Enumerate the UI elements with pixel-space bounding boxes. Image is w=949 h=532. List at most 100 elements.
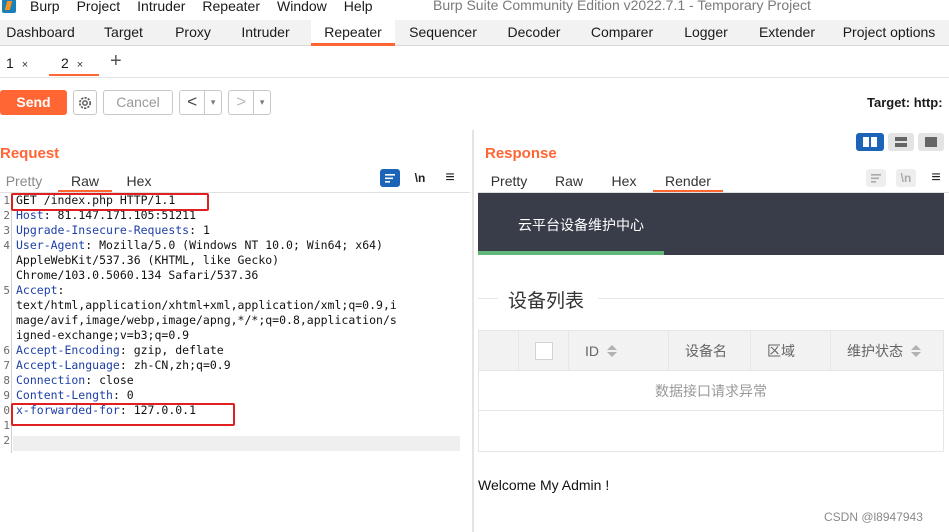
- rendered-header-title: 云平台设备维护中心: [518, 217, 644, 233]
- header-name: Connection: [16, 373, 86, 387]
- pretty-print-button[interactable]: [380, 169, 400, 187]
- menu-project[interactable]: Project: [77, 0, 121, 14]
- response-tab-pretty[interactable]: Pretty: [484, 170, 534, 192]
- tab-intruder[interactable]: Intruder: [220, 20, 311, 46]
- menu-intruder[interactable]: Intruder: [137, 0, 185, 14]
- header-value: : zh-CN,zh;q=0.9: [119, 358, 231, 372]
- request-menu-icon[interactable]: ≡: [440, 169, 460, 187]
- header-value: : gzip, deflate: [119, 343, 224, 357]
- close-icon[interactable]: ×: [22, 59, 28, 71]
- table-header: ID 设备名 区域 维护状态: [479, 331, 943, 371]
- tab-decoder[interactable]: Decoder: [491, 20, 577, 46]
- tab-target[interactable]: Target: [81, 20, 166, 46]
- header-line: 3 Upgrade-Insecure-Requests: 1: [0, 223, 471, 238]
- header-continuation: mage/avif,image/webp,image/apng,*/*;q=0.…: [0, 313, 471, 328]
- header-value: Chrome/103.0.5060.134 Safari/537.36: [16, 268, 259, 282]
- sort-icon[interactable]: [607, 345, 617, 358]
- header-active-underline: [478, 251, 664, 255]
- request-editor[interactable]: 1 GET /index.php HTTP/1.1 2 Host: 81.147.1…: [0, 193, 471, 532]
- line-number: 1: [3, 419, 10, 432]
- single-pane-icon: [925, 137, 937, 147]
- repeater-tab-label: 1: [6, 55, 14, 71]
- column-header-region: 区域: [751, 331, 831, 371]
- header-value: igned-exchange;v=b3;q=0.9: [16, 328, 190, 342]
- header-text: Accept:: [16, 283, 64, 298]
- tab-repeater[interactable]: Repeater: [311, 20, 395, 46]
- line-number: 3: [3, 224, 10, 237]
- newline-toggle-button[interactable]: \n: [410, 169, 430, 187]
- response-title: Response: [485, 145, 557, 162]
- response-tab-render[interactable]: Render: [653, 170, 723, 192]
- header-line: 5 Accept:: [0, 283, 471, 298]
- request-tab-raw[interactable]: Raw: [58, 170, 112, 192]
- send-button[interactable]: Send: [0, 90, 67, 115]
- fieldset-line: [478, 298, 498, 299]
- repeater-tab-2[interactable]: 2 ×: [49, 50, 99, 76]
- wrap-text-icon: [385, 174, 395, 183]
- layout-stacked-button[interactable]: [888, 133, 914, 151]
- tab-project-options[interactable]: Project options: [829, 20, 949, 46]
- chevron-right-icon: >: [229, 91, 255, 114]
- chevron-down-icon[interactable]: ▾: [254, 97, 270, 108]
- gear-icon: [79, 96, 91, 109]
- header-continuation: AppleWebKit/537.36 (KHTML, like Gecko): [0, 253, 471, 268]
- panel-divider[interactable]: [472, 130, 474, 532]
- header-name: User-Agent: [16, 238, 86, 252]
- add-tab-icon[interactable]: +: [110, 50, 122, 73]
- layout-tabs-button[interactable]: [918, 133, 944, 151]
- header-name: Accept-Encoding: [16, 343, 120, 357]
- header-value: text/html,application/xhtml+xml,applicat…: [16, 298, 397, 312]
- column-header-status[interactable]: 维护状态: [831, 331, 943, 371]
- settings-button[interactable]: [73, 90, 97, 115]
- pretty-print-button-disabled[interactable]: [866, 169, 886, 187]
- table-footer: [479, 411, 943, 451]
- tab-proxy[interactable]: Proxy: [166, 20, 220, 46]
- column-header-device-name: 设备名: [669, 331, 751, 371]
- menu-help[interactable]: Help: [344, 0, 373, 14]
- repeater-tab-1[interactable]: 1 ×: [6, 50, 46, 76]
- header-text: Connection: close: [16, 373, 134, 388]
- select-all-checkbox[interactable]: [535, 342, 553, 360]
- fieldset-line: [598, 298, 944, 299]
- header-name: Accept-Language: [16, 358, 120, 372]
- chevron-down-icon[interactable]: ▾: [205, 97, 221, 108]
- header-value: : close: [85, 373, 134, 387]
- section-title: 设备列表: [508, 291, 585, 312]
- rendered-header: 云平台设备维护中心: [478, 193, 944, 255]
- window-title: Burp Suite Community Edition v2022.7.1 -…: [433, 0, 811, 13]
- header-value: : Mozilla/5.0 (Windows NT 10.0; Win64; x…: [85, 238, 383, 252]
- menu-repeater[interactable]: Repeater: [202, 0, 260, 14]
- header-value: mage/avif,image/webp,image/apng,*/*;q=0.…: [16, 313, 397, 327]
- repeater-tab-bar: 1 × 2 ×: [0, 48, 949, 78]
- cancel-button[interactable]: Cancel: [103, 90, 173, 115]
- header-line: 9 Content-Length: 0: [0, 388, 471, 403]
- header-line: 8 Connection: close: [0, 373, 471, 388]
- newline-toggle-button-disabled[interactable]: \n: [896, 169, 916, 187]
- target-label[interactable]: Target: http:: [867, 95, 943, 110]
- tab-logger[interactable]: Logger: [667, 20, 745, 46]
- tab-sequencer[interactable]: Sequencer: [395, 20, 491, 46]
- burp-logo-icon: [2, 0, 16, 13]
- header-value: :: [57, 283, 65, 297]
- header-line: 6 Accept-Encoding: gzip, deflate: [0, 343, 471, 358]
- request-tab-hex[interactable]: Hex: [118, 170, 160, 192]
- request-tab-pretty[interactable]: Pretty: [0, 170, 48, 192]
- column-label: 维护状态: [847, 343, 903, 359]
- tab-comparer[interactable]: Comparer: [577, 20, 667, 46]
- tab-dashboard[interactable]: Dashboard: [0, 20, 81, 46]
- column-header-id[interactable]: ID: [569, 331, 669, 371]
- header-name: Upgrade-Insecure-Requests: [16, 223, 190, 237]
- layout-side-by-side-button[interactable]: [856, 133, 884, 151]
- line-number: 5: [3, 284, 10, 297]
- close-icon[interactable]: ×: [77, 59, 83, 71]
- tab-extender[interactable]: Extender: [745, 20, 829, 46]
- sort-icon[interactable]: [911, 345, 921, 358]
- forward-button[interactable]: > ▾: [228, 90, 271, 115]
- header-text: User-Agent: Mozilla/5.0 (Windows NT 10.0…: [16, 238, 383, 253]
- menu-burp[interactable]: Burp: [30, 0, 60, 14]
- response-menu-icon[interactable]: ≡: [926, 169, 946, 187]
- menu-window[interactable]: Window: [277, 0, 327, 14]
- response-tab-hex[interactable]: Hex: [604, 170, 644, 192]
- response-tab-raw[interactable]: Raw: [547, 170, 591, 192]
- back-button[interactable]: < ▾: [179, 90, 222, 115]
